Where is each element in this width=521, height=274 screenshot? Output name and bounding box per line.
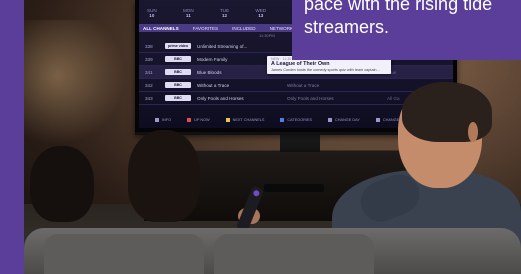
caption-text: pace with the rising tide streamers. bbox=[304, 0, 521, 39]
caption-panel: pace with the rising tide streamers. bbox=[292, 0, 521, 60]
guide-day[interactable]: SUN 10 bbox=[147, 8, 157, 20]
guide-day[interactable]: MON 11 bbox=[183, 8, 194, 20]
red-key-icon bbox=[187, 118, 192, 122]
filter-all-channels[interactable]: ALL CHANNELS bbox=[143, 26, 179, 31]
viewer-man-hair bbox=[402, 82, 492, 142]
viewer-man-ear bbox=[468, 122, 478, 142]
caption-line-2: streamers. bbox=[304, 17, 390, 37]
channel-number: 342 bbox=[145, 82, 153, 88]
channel-logo: BBC bbox=[165, 69, 191, 75]
filter-network[interactable]: NETWORK bbox=[270, 26, 293, 31]
popup-description: James Corden hosts the comedy sports qui… bbox=[271, 68, 380, 72]
channel-logo: BBC bbox=[165, 56, 191, 62]
channel-number: 339 bbox=[145, 56, 153, 62]
info-key-icon bbox=[155, 118, 159, 122]
set-top-box bbox=[264, 184, 324, 192]
channel-logo: BBC bbox=[165, 95, 191, 101]
channel-key-icon bbox=[328, 118, 333, 122]
program-title[interactable]: Only Fools and Horses bbox=[197, 96, 244, 101]
slide: SUN10 MON11 TUE12 WED13 THU14 FRI15 SAT1… bbox=[0, 0, 521, 274]
sofa bbox=[24, 228, 521, 274]
time-slot: 11:30PM bbox=[259, 33, 275, 38]
program-title[interactable]: Unlimited Streaming of... bbox=[197, 44, 247, 49]
channel-number: 338 bbox=[145, 43, 153, 49]
legend-next-channels: NEXT CHANNELS bbox=[225, 118, 264, 122]
guide-day[interactable]: TUE 12 bbox=[220, 8, 229, 20]
guide-day[interactable]: WED 13 bbox=[255, 8, 266, 20]
filter-included[interactable]: INCLUDED bbox=[232, 26, 255, 31]
popup-title: A League of Their Own bbox=[271, 61, 330, 67]
blue-key-icon bbox=[280, 118, 285, 122]
program-title-next[interactable]: Only Fools and Horses bbox=[287, 96, 334, 101]
channel-logo: prime video bbox=[165, 43, 191, 49]
program-title-later[interactable]: All Ga bbox=[387, 96, 400, 101]
legend-change-day: CHANGE DAY bbox=[328, 118, 360, 122]
sofa-cushion bbox=[44, 234, 204, 274]
channel-number: 341 bbox=[145, 69, 153, 75]
program-title-next[interactable]: Without a Trace bbox=[287, 83, 319, 88]
sofa-cushion bbox=[214, 234, 374, 274]
left-purple-strip bbox=[0, 0, 24, 274]
channel-logo: BBC bbox=[165, 82, 191, 88]
program-title[interactable]: Modern Family bbox=[197, 57, 227, 62]
viewer-child-head bbox=[30, 146, 94, 222]
channel-row[interactable]: 342 BBC Without a Trace Without a Trace bbox=[139, 79, 453, 92]
yellow-key-icon bbox=[225, 118, 230, 122]
filter-favorites[interactable]: FAVORITES bbox=[193, 26, 218, 31]
viewer-woman-head bbox=[128, 130, 200, 222]
lamp-glow bbox=[24, 20, 134, 160]
legend-info: INFO bbox=[155, 118, 171, 122]
tv-stand bbox=[280, 132, 320, 152]
page-key-icon bbox=[375, 118, 380, 122]
caption-line-1: pace with the rising tide bbox=[304, 0, 493, 14]
legend-up-now: UP NOW bbox=[187, 118, 210, 122]
legend-categories: CATEGORIES bbox=[280, 118, 312, 122]
channel-number: 343 bbox=[145, 95, 153, 101]
program-title[interactable]: Without a Trace bbox=[197, 83, 229, 88]
program-title[interactable]: Blue Bloods bbox=[197, 70, 222, 75]
